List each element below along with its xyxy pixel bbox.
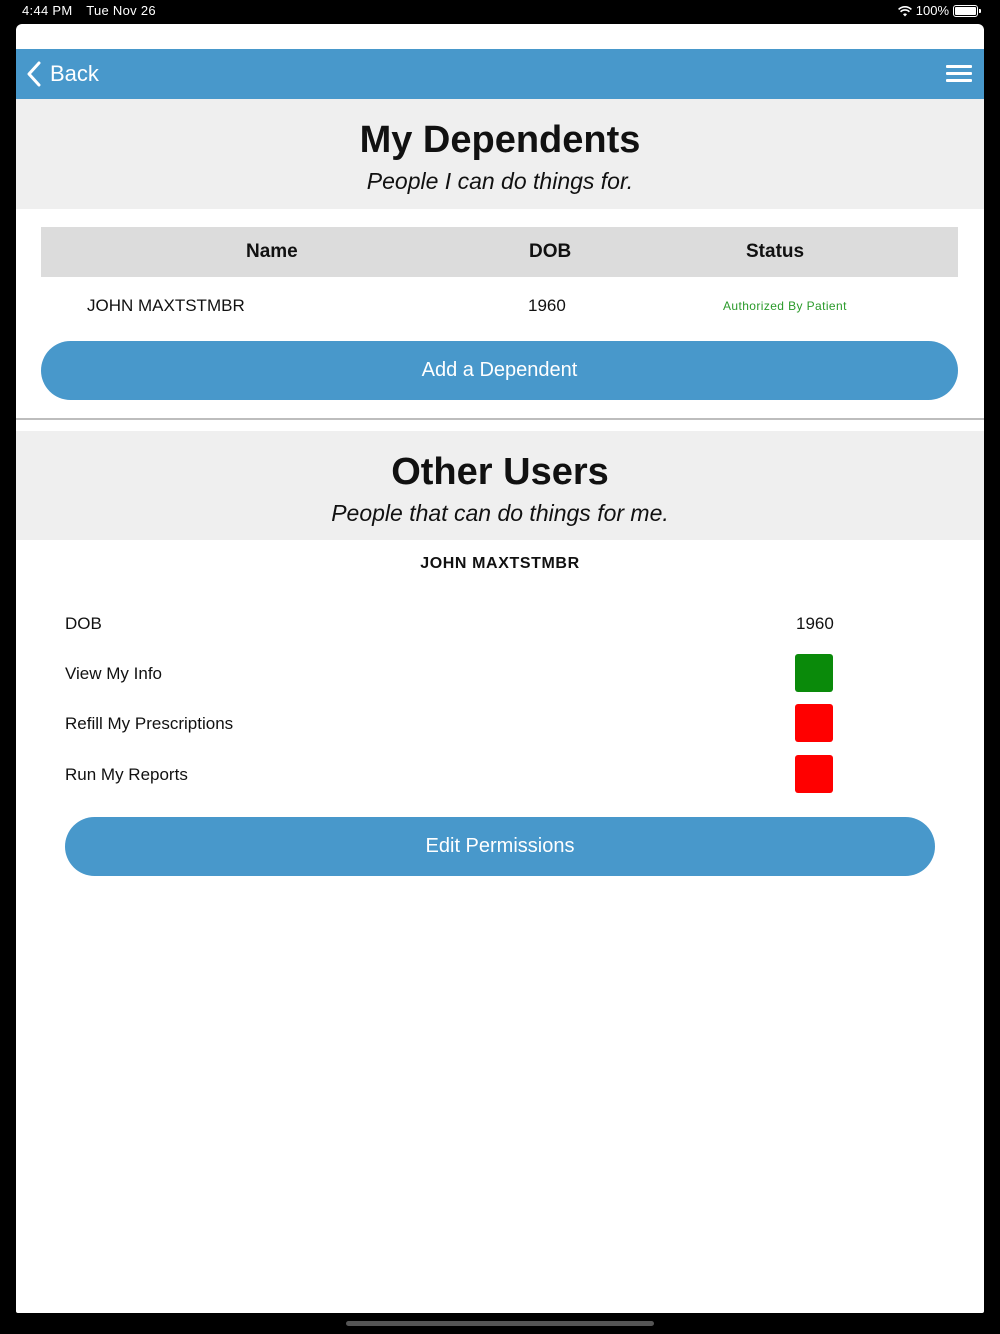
edit-permissions-button[interactable]: Edit Permissions bbox=[65, 817, 935, 876]
dependent-name: JOHN MAXTSTMBR bbox=[87, 296, 245, 315]
column-header-status: Status bbox=[746, 241, 805, 262]
permission-indicator[interactable] bbox=[795, 654, 833, 692]
dependents-subtitle: People I can do things for. bbox=[366, 168, 634, 194]
status-time: 4:44 PM bbox=[22, 3, 73, 18]
add-dependent-button[interactable]: Add a Dependent bbox=[41, 341, 958, 400]
status-indicators: 100% bbox=[897, 3, 981, 18]
battery-percent: 100% bbox=[915, 3, 949, 18]
dob-value: 1960 bbox=[796, 614, 834, 633]
dob-row: DOB 1960 bbox=[65, 604, 905, 644]
permission-row-run-reports: Run My Reports bbox=[65, 755, 905, 795]
table-header: Name DOB Status bbox=[41, 227, 958, 277]
dependents-title: My Dependents bbox=[359, 119, 641, 161]
home-indicator bbox=[346, 1321, 654, 1326]
dependents-header: My Dependents People I can do things for… bbox=[16, 99, 984, 209]
permission-row-view-info: View My Info bbox=[65, 654, 905, 694]
permission-row-refill-prescriptions: Refill My Prescriptions bbox=[65, 704, 905, 744]
battery-icon bbox=[953, 4, 981, 17]
status-bar: 4:44 PM Tue Nov 26 100% bbox=[0, 0, 1000, 22]
permission-indicator[interactable] bbox=[795, 755, 833, 793]
other-users-header: Other Users People that can do things fo… bbox=[16, 431, 984, 540]
status-date: Tue Nov 26 bbox=[86, 3, 156, 18]
table-row[interactable]: JOHN MAXTSTMBR 1960 Authorized By Patien… bbox=[41, 277, 958, 335]
dependent-dob: 1960 bbox=[528, 296, 566, 315]
wifi-icon bbox=[897, 5, 912, 16]
app-window: Back My Dependents People I can do thing… bbox=[16, 24, 984, 1313]
column-header-name: Name bbox=[246, 241, 298, 262]
chevron-left-icon bbox=[27, 61, 41, 87]
column-header-dob: DOB bbox=[529, 241, 572, 262]
other-users-subtitle: People that can do things for me. bbox=[331, 500, 669, 526]
permission-label: View My Info bbox=[65, 664, 163, 683]
section-divider bbox=[16, 418, 984, 420]
other-users-title: Other Users bbox=[391, 451, 609, 493]
hamburger-menu-icon[interactable] bbox=[946, 65, 972, 85]
back-label: Back bbox=[50, 61, 99, 86]
permission-label: Refill My Prescriptions bbox=[65, 714, 234, 733]
status-time-date: 4:44 PM Tue Nov 26 bbox=[22, 3, 166, 18]
dependent-status: Authorized By Patient bbox=[723, 299, 847, 313]
permission-label: Run My Reports bbox=[65, 765, 188, 784]
dob-label: DOB bbox=[65, 614, 102, 633]
nav-bar: Back bbox=[16, 49, 984, 99]
permission-indicator[interactable] bbox=[795, 704, 833, 742]
back-button[interactable]: Back bbox=[26, 49, 99, 99]
other-user-name: JOHN MAXTSTMBR bbox=[420, 555, 580, 572]
dependents-table: Name DOB Status JOHN MAXTSTMBR 1960 Auth… bbox=[41, 227, 958, 335]
